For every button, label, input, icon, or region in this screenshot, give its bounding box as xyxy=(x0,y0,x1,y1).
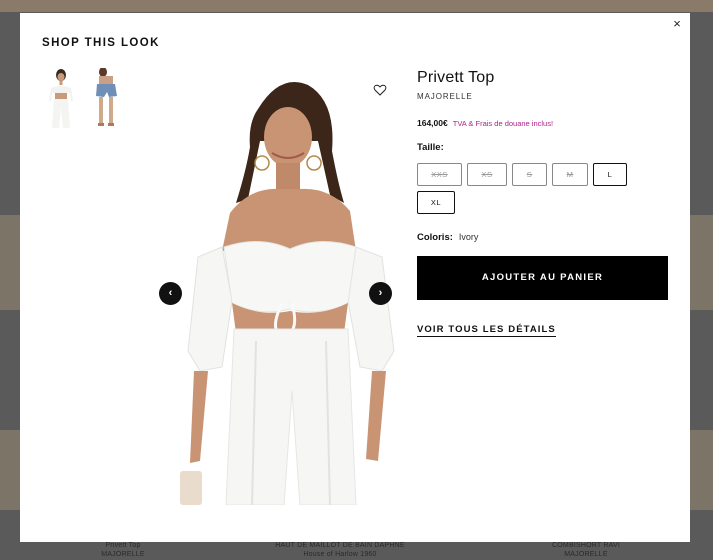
background-image xyxy=(0,430,20,510)
size-option-s[interactable]: S xyxy=(512,163,547,186)
background-image xyxy=(690,215,713,310)
heart-outline-icon[interactable] xyxy=(373,83,387,97)
view-details-link[interactable]: VOIR TOUS LES DÉTAILS xyxy=(417,324,556,337)
size-option-l[interactable]: L xyxy=(593,163,627,186)
background-image xyxy=(690,430,713,510)
model-shorts-thumbnail-icon xyxy=(96,67,117,126)
price-row: 164,00€ TVA & Frais de douane inclus! xyxy=(417,118,670,128)
product-info-panel: Privett Top MAJORELLE 164,00€ TVA & Frais… xyxy=(417,69,670,337)
background-product-caption: COMBISHORT RAVI MAJORELLE xyxy=(552,542,620,558)
color-row: Coloris: Ivory xyxy=(417,232,670,243)
model-photo xyxy=(180,82,395,506)
previous-image-button[interactable]: ‹ xyxy=(159,282,182,305)
add-to-cart-button[interactable]: AJOUTER AU PANIER xyxy=(417,256,668,300)
size-option-xs[interactable]: XS xyxy=(467,163,507,186)
model-top-thumbnail-icon xyxy=(49,69,73,128)
thumbnail-model-shorts[interactable] xyxy=(90,67,124,128)
next-image-button[interactable]: › xyxy=(369,282,392,305)
product-name: Privett Top xyxy=(417,69,495,86)
size-option-m[interactable]: M xyxy=(552,163,588,186)
size-option-xxs[interactable]: XXS xyxy=(417,163,462,186)
tax-note: TVA & Frais de douane inclus! xyxy=(452,119,554,128)
product-main-image xyxy=(160,71,400,506)
product-brand[interactable]: MAJORELLE xyxy=(417,92,670,101)
background-image xyxy=(0,215,20,310)
product-price: 164,00€ xyxy=(417,118,448,128)
background-product-caption: HAUT DE MAILLOT DE BAIN DAPHNE House of H… xyxy=(275,542,405,558)
background-product-caption: Privett Top MAJORELLE xyxy=(101,542,145,558)
modal-title: SHOP THIS LOOK xyxy=(42,37,160,49)
close-icon[interactable]: × xyxy=(670,17,684,31)
thumbnail-model-top[interactable] xyxy=(44,68,78,128)
size-option-xl[interactable]: XL xyxy=(417,191,455,214)
shop-look-modal: × SHOP THIS LOOK ‹ › Privett Top MAJOREL… xyxy=(20,13,690,542)
background-banner xyxy=(0,0,713,12)
size-label: Taille: xyxy=(417,142,444,153)
size-selector: XXS XS S M L XL xyxy=(417,163,657,214)
color-value: Ivory xyxy=(458,232,479,242)
color-label: Coloris: xyxy=(417,232,453,243)
